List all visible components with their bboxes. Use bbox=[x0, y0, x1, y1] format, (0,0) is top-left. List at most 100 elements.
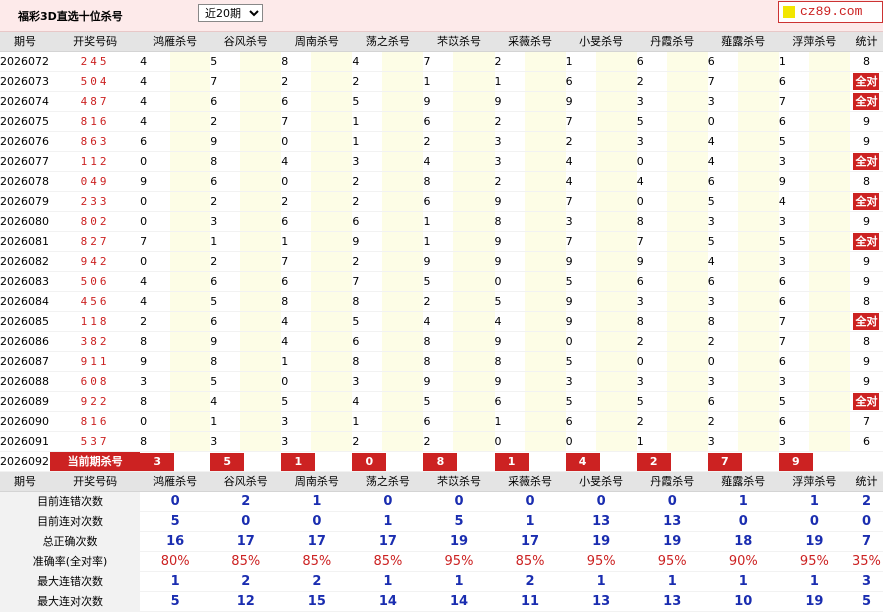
kill-number-cell: 4 bbox=[565, 151, 637, 172]
summary-value: 95% bbox=[423, 551, 495, 572]
summary-value: 2 bbox=[849, 491, 883, 512]
kill-number-cell: 4 bbox=[707, 151, 779, 172]
kill-number-cell: 3 bbox=[565, 211, 637, 232]
kill-number-cell: 4 bbox=[281, 311, 353, 332]
summary-value: 85% bbox=[352, 551, 424, 572]
draw-number-cell: 049 bbox=[50, 171, 141, 192]
kill-number-cell: 5 bbox=[210, 51, 282, 72]
summary-value: 85% bbox=[494, 551, 566, 572]
kill-number-cell: 8 bbox=[281, 291, 353, 312]
kill-number-cell: 0 bbox=[707, 351, 779, 372]
kill-number-cell: 0 bbox=[494, 271, 566, 292]
kill-number-cell: 5 bbox=[565, 351, 637, 372]
period-cell: 2026072 bbox=[0, 51, 51, 72]
kill-number-cell: 0 bbox=[565, 331, 637, 352]
kill-number-cell: 9 bbox=[565, 91, 637, 112]
kill-number-cell: 7 bbox=[778, 331, 850, 352]
period-cell: 2026091 bbox=[0, 431, 51, 452]
summary-value: 13 bbox=[565, 591, 637, 612]
summary-label: 目前连对次数 bbox=[0, 511, 141, 532]
table-row: 2026078 049 9 6 0 2 8 2 4 4 6 9 8 bbox=[0, 171, 883, 192]
current-kill-badge: 0 bbox=[352, 452, 387, 471]
kill-number-cell: 6 bbox=[281, 91, 353, 112]
stat-value: 9 bbox=[862, 274, 870, 288]
kill-number-cell: 8 bbox=[636, 311, 708, 332]
summary-value: 95% bbox=[565, 551, 637, 572]
kill-number-cell: 6 bbox=[707, 391, 779, 412]
kill-number-cell: 3 bbox=[636, 371, 708, 392]
column-header: 期号 bbox=[0, 32, 51, 52]
draw-number-cell: 245 bbox=[50, 51, 141, 72]
kill-number-cell: 2 bbox=[494, 111, 566, 132]
stat-value: 8 bbox=[862, 294, 870, 308]
kill-number-cell: 3 bbox=[565, 371, 637, 392]
draw-number-cell: 827 bbox=[50, 231, 141, 252]
kill-number-cell: 5 bbox=[707, 231, 779, 252]
period-cell: 2026073 bbox=[0, 71, 51, 92]
kill-number-cell: 1 bbox=[210, 411, 282, 432]
period-cell: 2026088 bbox=[0, 371, 51, 392]
kill-number-cell: 9 bbox=[494, 91, 566, 112]
period-cell: 2026081 bbox=[0, 231, 51, 252]
kill-number-cell: 9 bbox=[565, 251, 637, 272]
summary-value: 0 bbox=[565, 491, 637, 512]
summary-value: 14 bbox=[423, 591, 495, 612]
kill-number-cell: 4 bbox=[565, 171, 637, 192]
kill-number-cell: 1 bbox=[352, 411, 424, 432]
current-kill-badge: 5 bbox=[210, 452, 245, 471]
kill-number-cell: 3 bbox=[281, 431, 353, 452]
current-kill-badge: 9 bbox=[778, 452, 813, 471]
table-row: 2026073 504 4 7 2 2 1 1 6 2 7 6 全对 bbox=[0, 71, 883, 92]
kill-number-cell: 4 bbox=[423, 151, 495, 172]
kill-number-cell: 2 bbox=[423, 431, 495, 452]
column-header: 小旻杀号 bbox=[565, 32, 637, 52]
kill-number-cell: 9 bbox=[565, 291, 637, 312]
kill-number-cell: 9 bbox=[494, 371, 566, 392]
column-header: 统计 bbox=[849, 471, 883, 492]
draw-number-cell: 816 bbox=[50, 111, 141, 132]
period-select[interactable]: 近20期 bbox=[198, 4, 263, 22]
kill-number-cell: 6 bbox=[210, 271, 282, 292]
kill-number-cell: 3 bbox=[778, 211, 850, 232]
kill-number-cell: 1 bbox=[352, 131, 424, 152]
kill-number-cell: 3 bbox=[636, 291, 708, 312]
kill-number-cell: 4 bbox=[140, 271, 211, 292]
kill-number-cell: 3 bbox=[707, 431, 779, 452]
draw-number-cell: 537 bbox=[50, 431, 141, 452]
all-correct-badge: 全对 bbox=[853, 192, 880, 210]
kill-number-cell: 7 bbox=[565, 111, 637, 132]
kill-number-cell: 9 bbox=[210, 331, 282, 352]
period-cell: 2026086 bbox=[0, 331, 51, 352]
summary-row: 准确率(全对率) 80% 85% 85% 85% 95% 85% 95% 95% 90% 95% 35… bbox=[0, 551, 883, 572]
kill-number-cell: 9 bbox=[494, 251, 566, 272]
summary-value: 5 bbox=[849, 591, 883, 612]
kill-number-cell: 2 bbox=[352, 431, 424, 452]
kill-number-cell: 5 bbox=[423, 271, 495, 292]
table-row: 2026077 112 0 8 4 3 4 3 4 0 4 3 全对 bbox=[0, 151, 883, 172]
summary-value: 0 bbox=[494, 491, 566, 512]
current-kill-badge: 2 bbox=[636, 452, 671, 471]
current-kill-cell: 2 bbox=[636, 451, 708, 472]
table-row: 2026083 506 4 6 6 7 5 0 5 6 6 6 9 bbox=[0, 271, 883, 292]
kill-number-cell: 4 bbox=[140, 71, 211, 92]
kill-number-cell: 2 bbox=[565, 131, 637, 152]
kill-number-cell: 1 bbox=[281, 351, 353, 372]
kill-number-cell: 1 bbox=[778, 51, 850, 72]
summary-value: 12 bbox=[210, 591, 282, 612]
summary-value: 11 bbox=[494, 591, 566, 612]
kill-number-cell: 9 bbox=[494, 191, 566, 212]
current-kill-badge: 3 bbox=[140, 452, 175, 471]
kill-number-cell: 4 bbox=[140, 111, 211, 132]
kill-number-cell: 5 bbox=[352, 91, 424, 112]
summary-value: 0 bbox=[778, 511, 850, 532]
kill-number-cell: 6 bbox=[778, 111, 850, 132]
summary-value: 19 bbox=[565, 531, 637, 552]
column-header: 采薇杀号 bbox=[494, 32, 566, 52]
kill-number-cell: 2 bbox=[210, 111, 282, 132]
stat-cell: 全对 bbox=[849, 311, 883, 332]
kill-number-cell: 7 bbox=[281, 111, 353, 132]
site-logo[interactable]: cz89.com bbox=[778, 1, 883, 23]
column-header: 浮萍杀号 bbox=[778, 471, 850, 492]
summary-row: 总正确次数 16 17 17 17 19 17 19 19 18 19 7 bbox=[0, 531, 883, 552]
kill-number-cell: 9 bbox=[423, 251, 495, 272]
